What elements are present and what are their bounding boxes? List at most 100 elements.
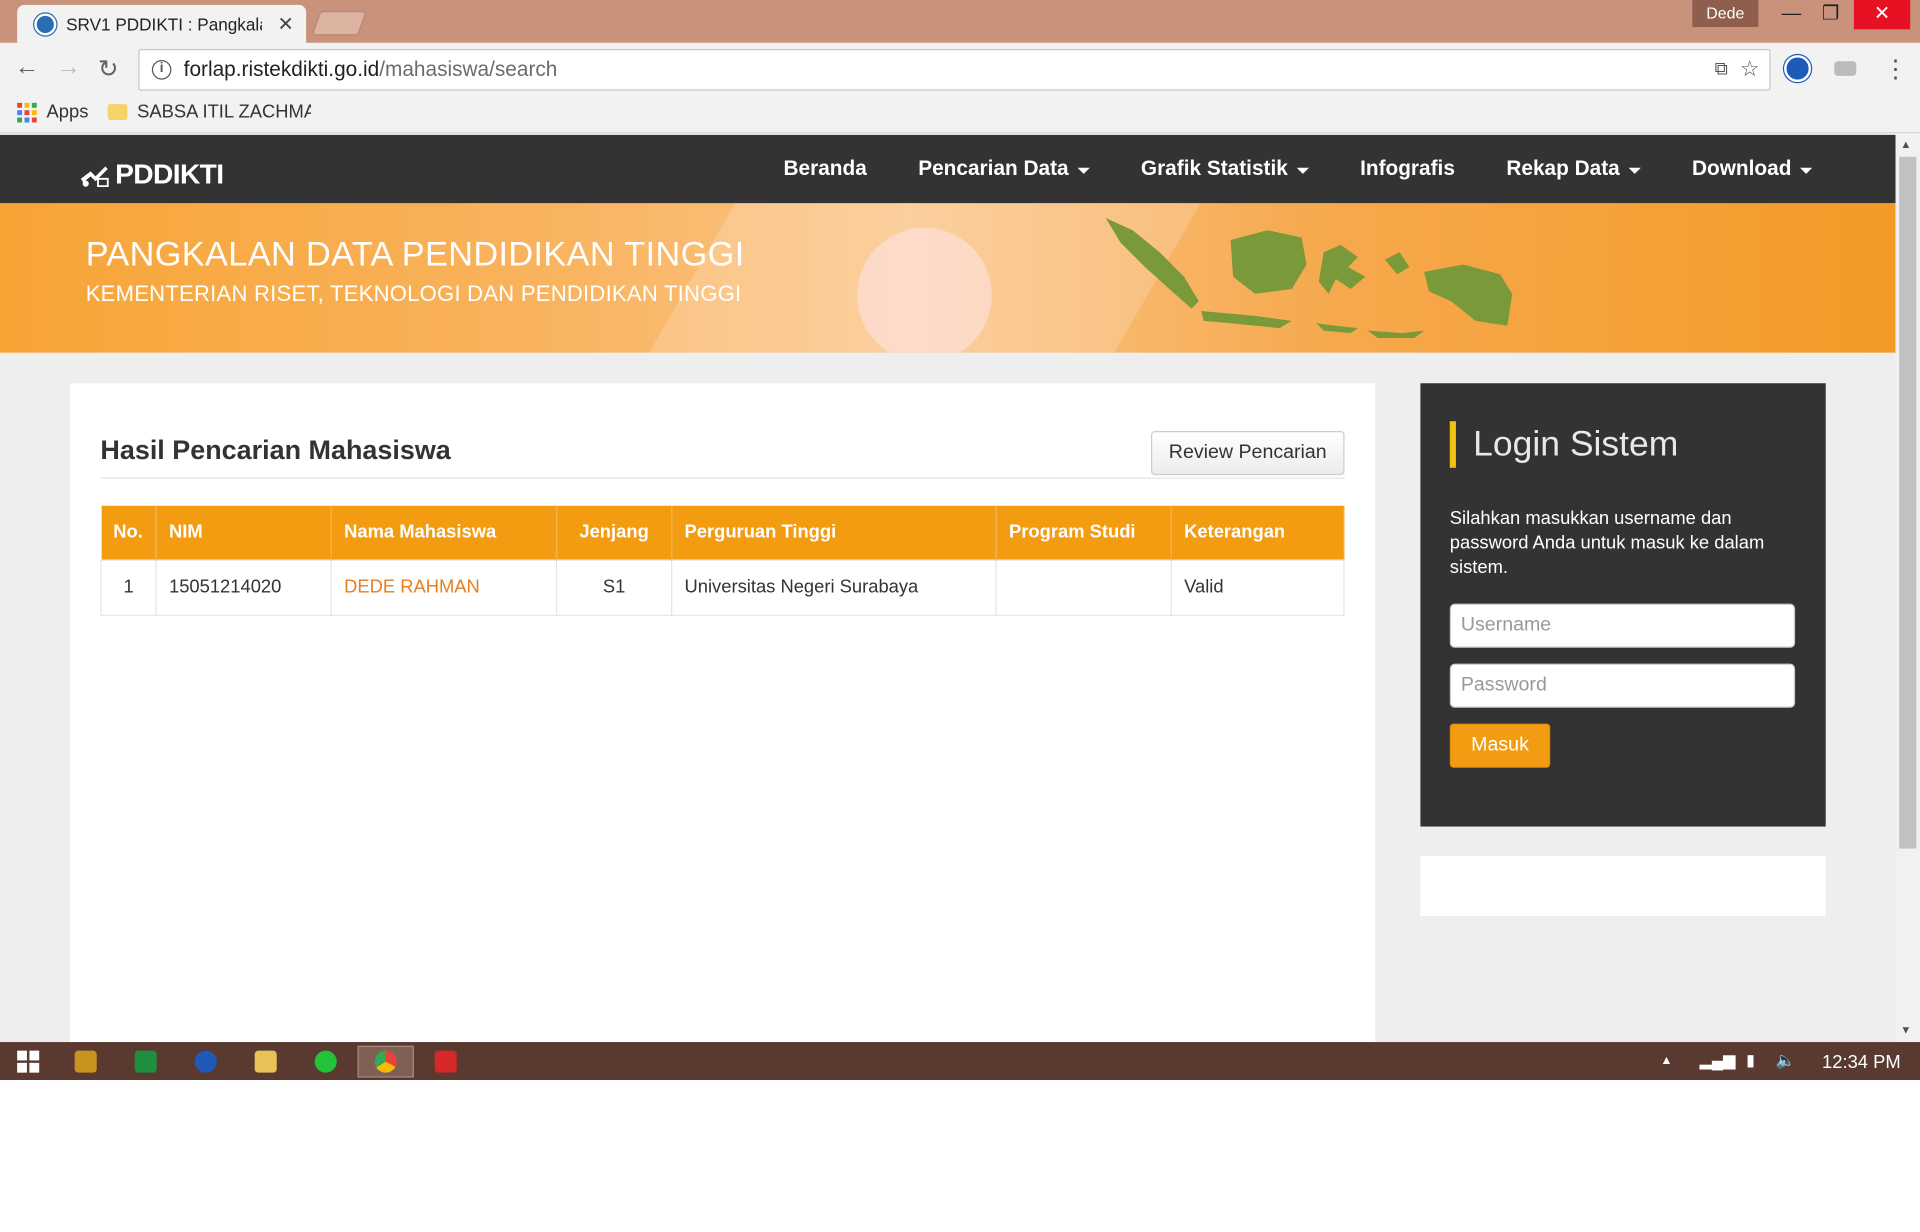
- caret-down-icon: [1077, 167, 1090, 174]
- nav-download[interactable]: Download: [1692, 157, 1813, 181]
- sidebar-widget: [1420, 855, 1826, 916]
- table-row: 1 15051214020 DEDE RAHMAN S1 Universitas…: [100, 558, 1345, 616]
- tab-title: SRV1 PDDIKTI : Pangkala: [66, 14, 263, 34]
- chrome-icon: [374, 1050, 397, 1073]
- pddikti-logo-icon: [80, 165, 109, 187]
- back-arrow-icon[interactable]: ←: [15, 54, 39, 82]
- browser-toolbar: ← → ↻ i forlap.ristekdikti.go.id/mahasis…: [0, 42, 1920, 95]
- nav-infografis[interactable]: Infografis: [1360, 157, 1455, 181]
- site-info-icon[interactable]: i: [151, 60, 172, 80]
- new-tab-button[interactable]: [311, 11, 367, 36]
- taskbar-clock[interactable]: 12:34 PM: [1822, 1052, 1901, 1073]
- cell-keterangan: Valid: [1170, 558, 1345, 616]
- nav-label: Infografis: [1360, 156, 1455, 181]
- cell-program-studi: [995, 558, 1172, 616]
- close-tab-icon[interactable]: ✕: [277, 12, 293, 36]
- profile-button[interactable]: Dede: [1692, 0, 1759, 27]
- banner-title: PANGKALAN DATA PENDIDIKAN TINGGI: [85, 235, 745, 274]
- bookmark-folder[interactable]: SABSA ITIL ZACHMAN: [107, 101, 312, 123]
- extension-icon[interactable]: [1784, 55, 1812, 83]
- browser-titlebar: SRV1 PDDIKTI : Pangkala ✕ Dede — ❐ ✕: [0, 0, 1920, 43]
- table-header-row: No. NIM Nama Mahasiswa Jenjang Perguruan…: [101, 505, 1345, 560]
- cell-no: 1: [100, 558, 157, 616]
- cell-jenjang: S1: [555, 558, 673, 616]
- taskbar-app[interactable]: [58, 1046, 114, 1078]
- caret-down-icon: [1628, 167, 1641, 174]
- battery-icon[interactable]: ▮: [1746, 1051, 1755, 1071]
- volume-icon[interactable]: 🔈: [1776, 1051, 1796, 1071]
- column-header: NIM: [156, 505, 332, 560]
- nav-label: Pencarian Data: [918, 156, 1069, 181]
- bookmarks-bar: Apps SABSA ITIL ZACHMAN: [0, 94, 1920, 134]
- url-path: /mahasiswa/search: [379, 57, 558, 81]
- page-title: Hasil Pencarian Mahasiswa: [100, 434, 451, 466]
- cast-icon[interactable]: [1834, 61, 1857, 76]
- excel-icon: [134, 1050, 157, 1073]
- column-header: Jenjang: [556, 505, 673, 560]
- minimize-icon[interactable]: —: [1771, 0, 1813, 29]
- taskbar-app[interactable]: [178, 1046, 234, 1078]
- bookmark-apps[interactable]: Apps: [17, 101, 89, 123]
- browser-app-icon: [194, 1050, 217, 1073]
- site-favicon-icon: [34, 12, 57, 35]
- cell-nama: DEDE RAHMAN: [330, 558, 558, 616]
- taskbar-app[interactable]: [118, 1046, 174, 1078]
- windows-taskbar: ▲ ▂▄▆ ▮ 🔈 12:34 PM: [0, 1042, 1920, 1081]
- forward-arrow-icon[interactable]: →: [56, 54, 80, 82]
- review-search-button[interactable]: Review Pencarian: [1151, 431, 1345, 476]
- column-header: Keterangan: [1171, 505, 1345, 560]
- app-icon: [434, 1050, 457, 1073]
- column-header: Nama Mahasiswa: [331, 505, 558, 560]
- tray-overflow-icon[interactable]: ▲: [1660, 1054, 1672, 1067]
- app-icon: [74, 1050, 97, 1073]
- bookmark-label: Apps: [46, 101, 89, 123]
- caret-down-icon: [1296, 167, 1309, 174]
- screenshot-frame: SRV1 PDDIKTI : Pangkala ✕ Dede — ❐ ✕ ← →…: [0, 0, 1920, 1229]
- indonesia-map-icon: [1105, 217, 1513, 338]
- browser-tab[interactable]: SRV1 PDDIKTI : Pangkala ✕: [17, 4, 307, 43]
- login-title: Login Sistem: [1473, 424, 1679, 465]
- scroll-down-icon[interactable]: ▼: [1900, 1024, 1911, 1036]
- site-banner: PANGKALAN DATA PENDIDIKAN TINGGI KEMENTE…: [0, 203, 1896, 353]
- brand-text: PDDIKTI: [115, 157, 224, 190]
- banner-subtitle: KEMENTERIAN RISET, TEKNOLOGI DAN PENDIDI…: [85, 281, 742, 307]
- nav-grafik-statistik[interactable]: Grafik Statistik: [1141, 157, 1309, 181]
- address-bar[interactable]: i forlap.ristekdikti.go.id/mahasiswa/sea…: [138, 48, 1771, 91]
- taskbar-app[interactable]: [418, 1046, 474, 1078]
- network-icon[interactable]: ▂▄▆: [1700, 1051, 1736, 1071]
- column-header: Perguruan Tinggi: [671, 505, 997, 560]
- main-nav: Beranda Pencarian Data Grafik Statistik …: [732, 135, 1813, 204]
- site-brand[interactable]: PDDIKTI: [78, 157, 224, 191]
- bookmark-label: SABSA ITIL ZACHMAN: [137, 101, 312, 123]
- username-input[interactable]: [1449, 603, 1796, 648]
- taskbar-app[interactable]: [298, 1046, 354, 1078]
- nav-pencarian-data[interactable]: Pencarian Data: [918, 156, 1090, 181]
- windows-logo-icon: [17, 1050, 40, 1073]
- scroll-thumb[interactable]: [1899, 156, 1917, 849]
- start-button[interactable]: [0, 1046, 56, 1078]
- column-header: No.: [101, 505, 157, 560]
- student-name-link[interactable]: DEDE RAHMAN: [344, 577, 480, 598]
- restore-icon[interactable]: ❐: [1810, 0, 1852, 29]
- reload-icon[interactable]: ↻: [98, 54, 119, 85]
- chrome-menu-icon[interactable]: ⋮: [1883, 54, 1907, 85]
- results-panel: Hasil Pencarian Mahasiswa Review Pencari…: [69, 383, 1376, 1043]
- nav-beranda[interactable]: Beranda: [783, 157, 866, 181]
- login-panel: Login Sistem Silahkan masukkan username …: [1420, 383, 1826, 827]
- window-close-icon[interactable]: ✕: [1853, 0, 1911, 30]
- taskbar-app-active[interactable]: [357, 1045, 414, 1078]
- login-submit-button[interactable]: Masuk: [1449, 723, 1551, 768]
- nav-rekap-data[interactable]: Rekap Data: [1506, 157, 1641, 181]
- nav-label: Grafik Statistik: [1140, 156, 1288, 181]
- page-scrollbar[interactable]: ▲ ▼: [1895, 134, 1920, 1043]
- taskbar-app[interactable]: [238, 1046, 294, 1078]
- caret-down-icon: [1800, 167, 1813, 174]
- divider: [100, 477, 1345, 479]
- bookmark-star-icon[interactable]: ☆: [1740, 56, 1760, 82]
- scroll-up-icon[interactable]: ▲: [1900, 138, 1911, 150]
- password-input[interactable]: [1449, 663, 1796, 708]
- banner-decoration: [857, 227, 992, 353]
- login-accent-bar: [1449, 421, 1456, 468]
- results-table: No. NIM Nama Mahasiswa Jenjang Perguruan…: [100, 505, 1345, 616]
- translate-icon[interactable]: ⧉: [1715, 59, 1728, 80]
